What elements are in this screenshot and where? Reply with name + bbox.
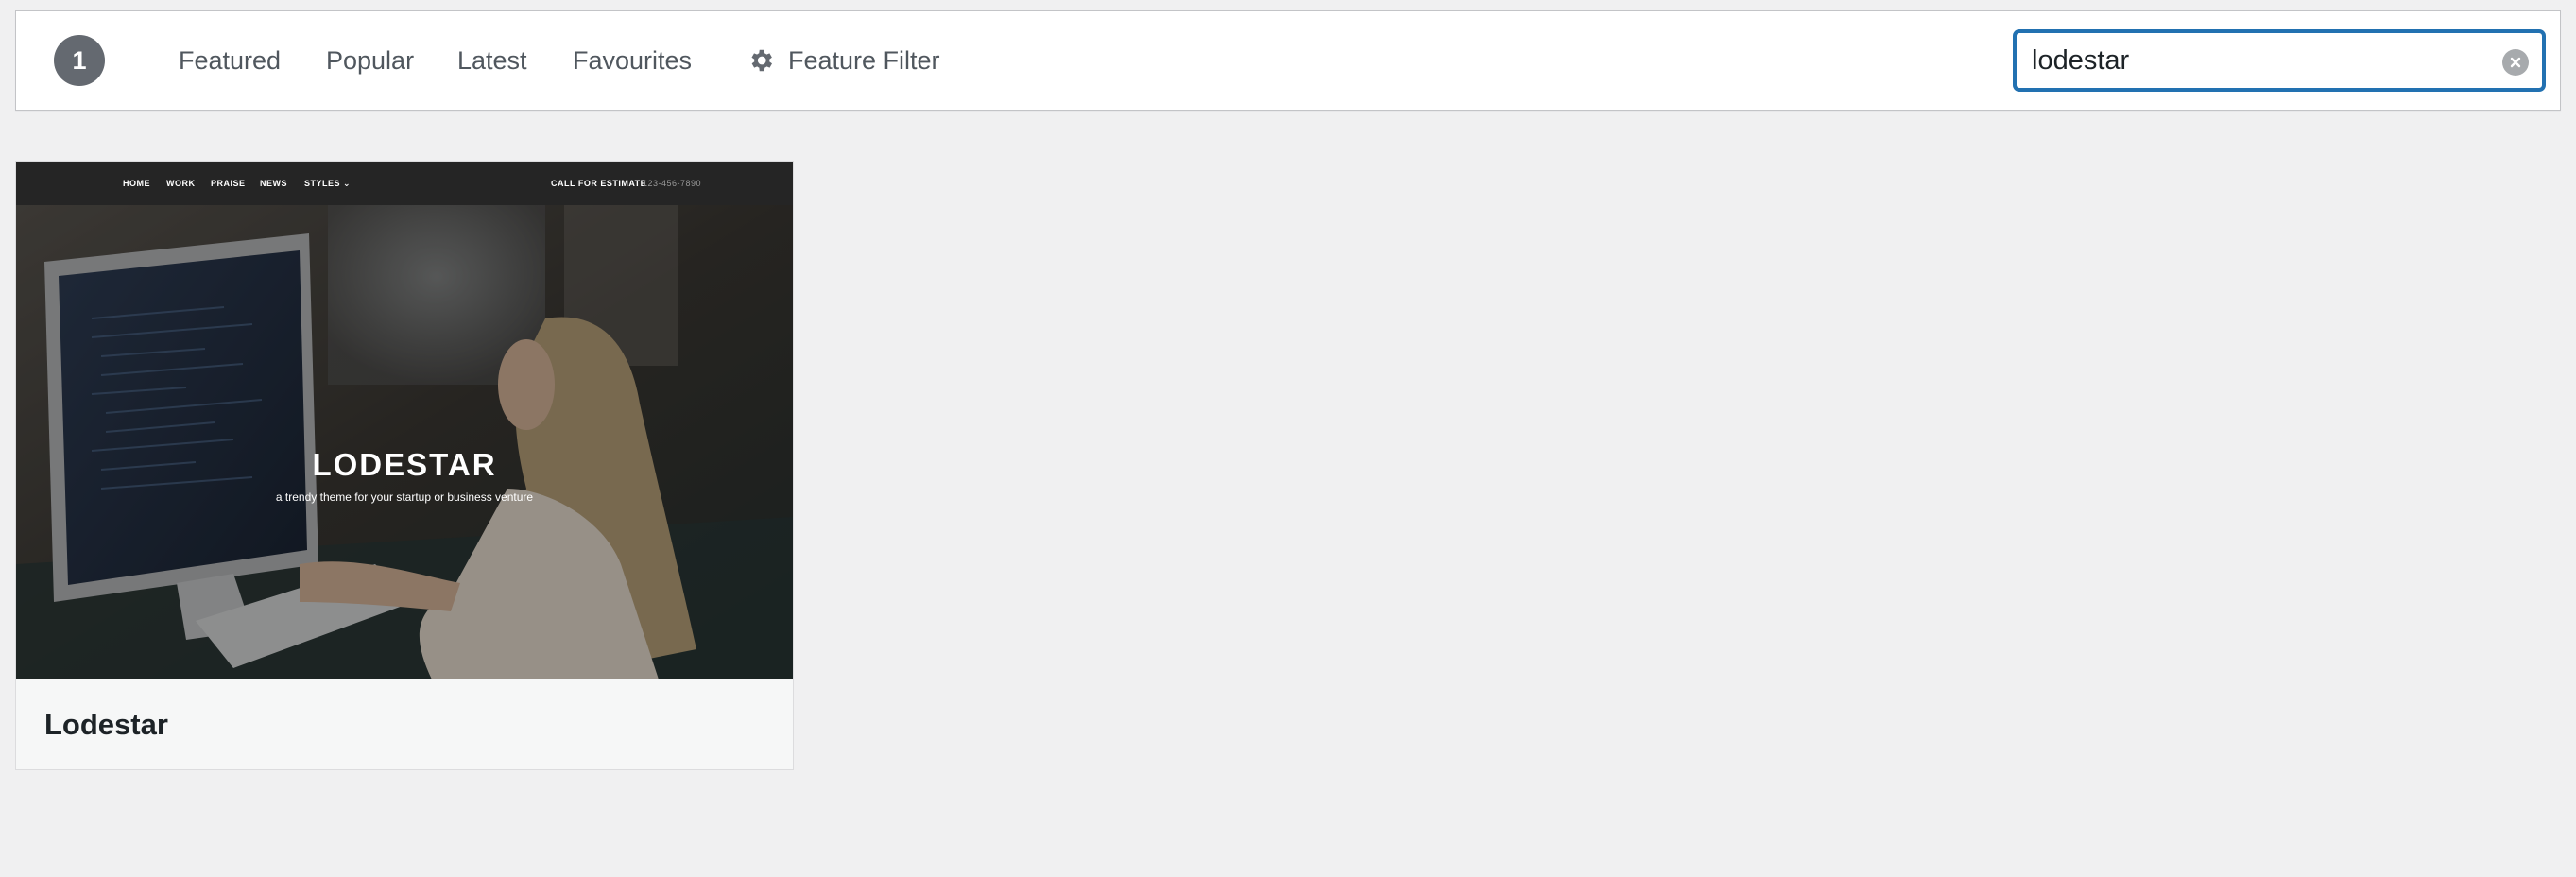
- theme-filter-bar: 1 Featured Popular Latest Favourites Fea…: [15, 10, 2561, 111]
- preview-tagline: a trendy theme for your startup or busin…: [275, 490, 534, 504]
- preview-nav-praise: PRAISE: [211, 179, 246, 188]
- clear-icon[interactable]: [2502, 49, 2529, 76]
- search-input[interactable]: [2017, 33, 2542, 88]
- feature-filter-label: Feature Filter: [788, 45, 940, 75]
- filter-popular[interactable]: Popular: [326, 11, 414, 110]
- theme-screenshot[interactable]: HOME WORK PRAISE NEWS STYLES ⌄ CALL FOR …: [16, 162, 793, 679]
- filter-latest[interactable]: Latest: [457, 11, 527, 110]
- theme-count: 1: [54, 35, 105, 86]
- filter-featured[interactable]: Featured: [179, 11, 281, 110]
- preview-nav-styles: STYLES ⌄: [304, 179, 352, 188]
- preview-headline: LODESTAR: [312, 447, 497, 482]
- preview-cta: CALL FOR ESTIMATE: [551, 179, 647, 188]
- preview-nav: HOME WORK PRAISE NEWS STYLES ⌄ CALL FOR …: [16, 162, 793, 205]
- filter-favourites[interactable]: Favourites: [573, 11, 692, 110]
- theme-card[interactable]: HOME WORK PRAISE NEWS STYLES ⌄ CALL FOR …: [15, 161, 794, 770]
- preview-hero-image: [16, 205, 793, 679]
- theme-search: [2014, 30, 2545, 91]
- preview-nav-news: NEWS: [260, 179, 287, 188]
- preview-nav-work: WORK: [166, 179, 196, 188]
- theme-name: Lodestar: [44, 708, 168, 741]
- preview-phone: 123-456-7890: [643, 179, 702, 188]
- gear-icon: [747, 46, 775, 75]
- feature-filter-button[interactable]: Feature Filter: [747, 11, 940, 110]
- preview-nav-home: HOME: [123, 179, 150, 188]
